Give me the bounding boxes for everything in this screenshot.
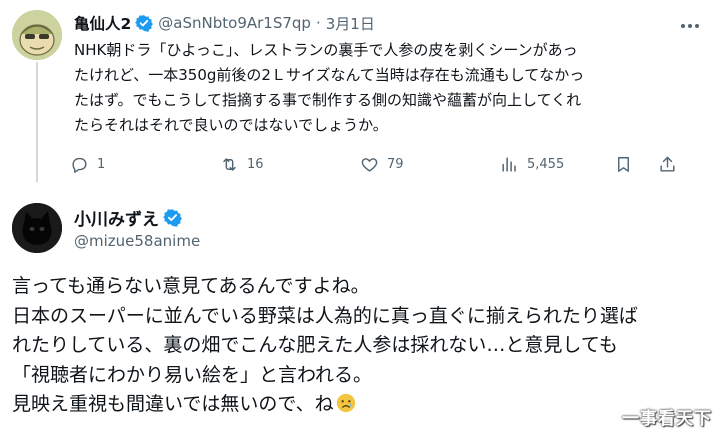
thread-connector-line: [36, 62, 38, 182]
user-handle[interactable]: @aSnNbto9Ar1S7qp: [158, 14, 311, 32]
like-count: 79: [387, 156, 404, 172]
avatar[interactable]: [12, 203, 62, 253]
bookmark-button[interactable]: [614, 152, 641, 176]
reply-button[interactable]: 1: [70, 152, 105, 176]
tweet-text-line: 言っても通らない意見てあるんですよね。: [12, 275, 370, 297]
black-cat-avatar-icon: [12, 203, 62, 253]
heart-icon: [361, 157, 378, 172]
avatar-illustration-icon: [12, 10, 62, 60]
bookmark-icon: [618, 156, 629, 172]
share-icon: [660, 156, 675, 172]
retweet-count: 16: [247, 156, 264, 172]
tweet-text-line-last: 見映え重視も間違いでは無いので、ね: [12, 390, 712, 420]
display-name[interactable]: 小川みずえ: [74, 205, 159, 230]
sad-face-emoji-icon: [336, 393, 355, 413]
reply-icon: [72, 157, 87, 173]
more-options-button[interactable]: [680, 14, 700, 33]
tweet-text-line: たらそれはそれで良いのではないでしょうか。: [74, 116, 388, 134]
retweet-button[interactable]: 16: [220, 152, 264, 176]
display-name[interactable]: 亀仙人2: [74, 12, 131, 34]
separator-dot: ·: [315, 14, 321, 32]
tweet-text-line: たはず。でもこうして指摘する事で制作する側の知識や蘊蓄が向上してくれ: [74, 91, 582, 109]
tweet-header: 小川みずえ: [74, 205, 182, 230]
tweet-text: NHK朝ドラ「ひよっこ」、レストランの裏手で人参の皮を剥くシーンがあっ たけれど…: [74, 38, 704, 138]
share-button[interactable]: [658, 152, 685, 176]
tweet-text-line: たけれど、一本350g前後の2Ｌサイズなんて当時は存在も流通もしてなかっ: [74, 66, 585, 84]
tweet-header: 亀仙人2 @aSnNbto9Ar1S7qp · 3月1日: [74, 12, 660, 34]
tweet-text-line: れたりしている、裏の畑でこんな肥えた人参は採れない…と意見しても: [12, 334, 618, 356]
watermark: 一事看天下: [622, 409, 712, 429]
more-dots-icon: [681, 24, 699, 28]
user-handle[interactable]: @mizue58anime: [74, 232, 200, 250]
verified-badge-icon: [135, 15, 154, 32]
tweet-text-line: 見映え重視も間違いでは無いので、ね: [12, 393, 334, 415]
tweet-text-line: 「視聴者にわかり易い絵を」と言われる。: [12, 363, 373, 386]
tweet-text-line: 日本のスーパーに並んでいる野菜は人為的に真っ直ぐに揃えられたり選ば: [12, 304, 638, 327]
tweet-action-bar: 1 16 79 5,455: [70, 152, 680, 176]
tweet-text-line: NHK朝ドラ「ひよっこ」、レストランの裏手で人参の皮を剥くシーンがあっ: [74, 41, 578, 59]
views-button[interactable]: 5,455: [500, 152, 564, 176]
like-button[interactable]: 79: [360, 152, 404, 176]
tweet-timestamp[interactable]: 3月1日: [326, 13, 375, 34]
analytics-bar-icon: [502, 156, 516, 172]
reply-count: 1: [97, 156, 106, 172]
tweet-text: 言っても通らない意見てあるんですよね。 日本のスーパーに並んでいる野菜は人為的に…: [12, 272, 712, 420]
avatar[interactable]: [12, 10, 62, 60]
verified-badge-icon: [163, 208, 182, 227]
views-count: 5,455: [527, 156, 565, 172]
retweet-icon: [223, 157, 236, 171]
